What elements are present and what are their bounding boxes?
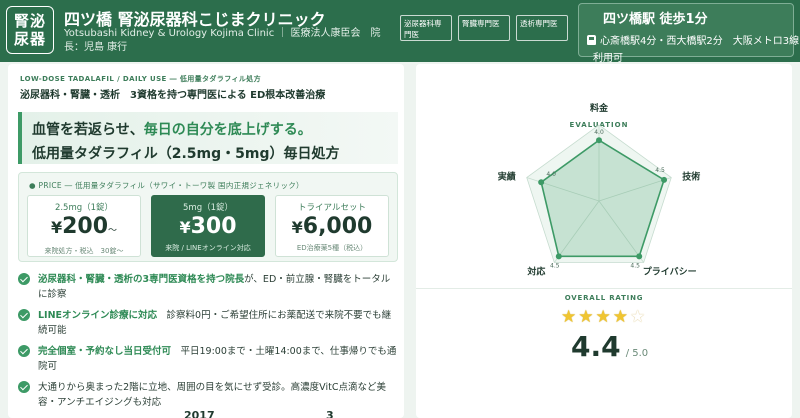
access-box[interactable]: 四ツ橋駅 徒歩1分 心斎橋駅4分・西大橋駅2分 大阪メトロ3線 利用可 <box>578 3 799 64</box>
stat-value: 3 <box>326 409 334 418</box>
price-note: ED治療薬5種（税込） <box>296 244 368 252</box>
star-icon: ★ <box>561 307 577 327</box>
radar-axis-label: 実績 <box>498 171 516 183</box>
feature-item: 大通りから奥まった2階に立地、周囲の目を気にせず受診。高濃度VitC点滴など美容… <box>18 380 398 410</box>
radar-value-label: 4.5 <box>655 167 665 174</box>
subheading: 泌尿器科・腎臓・透析 3資格を持つ専門医による ED根本改善治療 <box>20 90 326 101</box>
radar-value-label: 4.5 <box>550 262 560 269</box>
access-detail: 心斎橋駅4分・西大橋駅2分 大阪メトロ3線 <box>600 36 800 47</box>
qualification-tags: 泌尿器科専門医 腎臓専門医 透析専門医 <box>400 15 568 41</box>
feature-item: 完全個室・予約なし当日受付可 平日19:00まで・土曜14:00まで、仕事帰りで… <box>18 344 398 374</box>
price-card-5mg[interactable]: 5mg（1錠） ¥300 来院 / LINEオンライン対応 <box>151 195 265 257</box>
star-half-icon: ★ <box>630 307 646 327</box>
star-rating: ★ ★ ★ ★ ★ <box>561 307 645 327</box>
headline-line2: 低用量タダラフィル（2.5mg・5mg）毎日処方 <box>32 146 340 162</box>
price-card-trial[interactable]: トライアルセット ¥6,000 ED治療薬5種（税込） <box>275 195 389 257</box>
price-note: 来院 / LINEオンライン対応 <box>165 244 251 252</box>
feature-list: 泌尿器科・腎臓・透析の3専門医資格を持つ院長が、ED・前立腺・腎臓をトータルに診… <box>18 272 398 416</box>
radar-axis-label: 料金 <box>590 102 609 114</box>
radar-axis-label: 技術 <box>682 171 700 183</box>
star-icon: ★ <box>578 307 594 327</box>
price-amount: ¥200〜 <box>50 214 118 239</box>
radar-point <box>636 253 643 260</box>
price-box: ● PRICE ― 低用量タダラフィル（サワイ・トーワ製 国内正規ジェネリック）… <box>18 172 398 262</box>
star-icon: ★ <box>595 307 611 327</box>
radar-point <box>661 176 668 183</box>
logo-line1: 腎泌 <box>13 12 46 30</box>
radar-axis-label: プライバシー <box>643 265 697 277</box>
radar-point <box>538 179 545 186</box>
access-detail-2: 利用可 <box>593 53 623 64</box>
radar-value-label: 4.0 <box>546 171 556 178</box>
price-card-title: 2.5mg（1錠） <box>54 203 114 213</box>
radar-value-label: 4.0 <box>594 129 604 136</box>
access-title: 四ツ橋駅 徒歩1分 <box>603 12 708 27</box>
stat-value: 2017 <box>184 409 215 418</box>
headline-pre: 血管を若返らせ、 <box>32 122 144 138</box>
radar-value-label: 4.5 <box>630 262 640 269</box>
price-note: 来院処方・税込 30錠〜 <box>44 247 124 255</box>
radar-point <box>555 253 562 260</box>
star-icon: ★ <box>612 307 628 327</box>
price-amount: ¥300 <box>179 214 237 239</box>
overall-rating-label: OVERALL RATING <box>564 294 644 302</box>
eyebrow: LOW-DOSE TADALAFIL / DAILY USE ― 低用量タダラフ… <box>20 75 262 83</box>
price-amount: ¥6,000 <box>291 214 373 239</box>
divider <box>416 288 792 289</box>
check-icon <box>18 273 30 285</box>
score: 4.4 / 5.0 <box>571 330 648 363</box>
check-icon <box>18 309 30 321</box>
radar-axis-label: 対応 <box>526 265 545 277</box>
clinic-logo[interactable]: 腎泌 尿器 <box>6 6 54 54</box>
price-card-2-5mg[interactable]: 2.5mg（1錠） ¥200〜 来院処方・税込 30錠〜 <box>27 195 141 257</box>
radar-point <box>596 137 602 144</box>
main-panel: LOW-DOSE TADALAFIL / DAILY USE ― 低用量タダラフ… <box>8 64 404 418</box>
score-value: 4.4 <box>571 330 621 363</box>
clinic-subtitle: Yotsubashi Kidney & Urology Kojima Clini… <box>64 28 381 53</box>
headline-line1: 血管を若返らせ、毎日の自分を底上げする。 <box>32 119 388 139</box>
check-icon <box>18 381 30 393</box>
price-card-title: トライアルセット <box>298 203 366 213</box>
headline-box: 血管を若返らせ、毎日の自分を底上げする。 低用量タダラフィル（2.5mg・5mg… <box>18 112 398 164</box>
headline-highlight: 毎日の自分を底上げする。 <box>143 122 312 138</box>
radar-chart: EVALUATION4.0料金4.5技術4.5プライバシー4.5対応4.0実績 <box>498 102 701 277</box>
site-header: 腎泌 尿器 四ツ橋 腎泌尿器科こじまクリニック Yotsubashi Kidne… <box>0 0 800 64</box>
check-icon <box>18 345 30 357</box>
access-line: 心斎橋駅4分・西大橋駅2分 大阪メトロ3線 <box>587 32 799 47</box>
train-icon <box>587 34 596 45</box>
feature-item: LINEオンライン診療に対応 診察料0円・ご希望住所にお薬配送で来院不要でも継続… <box>18 308 398 338</box>
stats-peek: 2017 3 <box>8 407 404 418</box>
price-label: ● PRICE ― 低用量タダラフィル（サワイ・トーワ製 国内正規ジェネリック） <box>29 181 304 190</box>
tag-nephrology: 腎臓専門医 <box>458 15 510 41</box>
score-max: / 5.0 <box>625 348 649 359</box>
rating-panel: EVALUATION4.0料金4.5技術4.5プライバシー4.5対応4.0実績 … <box>416 64 792 418</box>
feature-item: 泌尿器科・腎臓・透析の3専門医資格を持つ院長が、ED・前立腺・腎臓をトータルに診… <box>18 272 398 302</box>
price-card-title: 5mg（1錠） <box>183 203 233 213</box>
tag-urology: 泌尿器科専門医 <box>400 15 452 41</box>
tag-dialysis: 透析専門医 <box>516 15 568 41</box>
logo-line2: 尿器 <box>13 30 46 48</box>
